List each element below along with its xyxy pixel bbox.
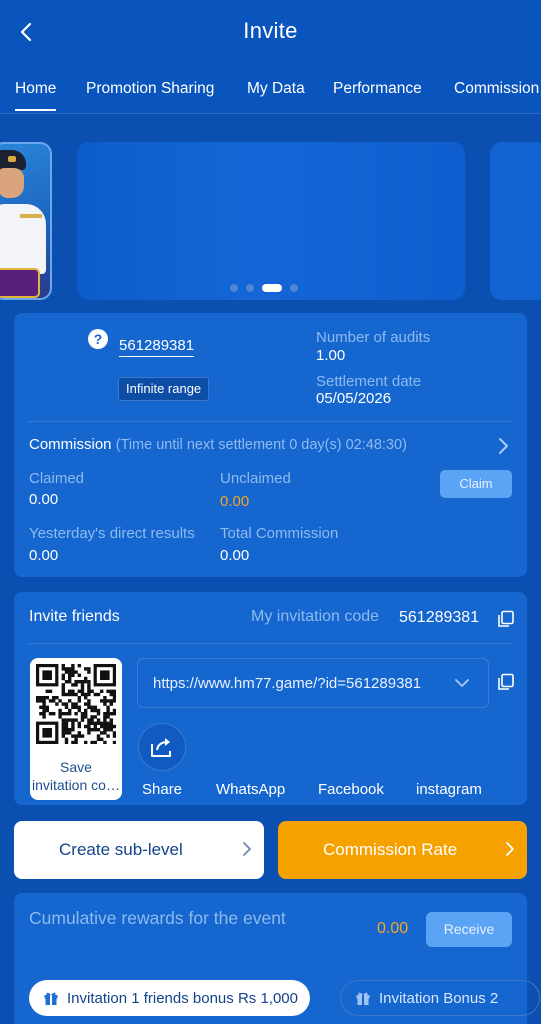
yesterday-value: 0.00 bbox=[29, 547, 59, 564]
settlement-value: 05/05/2026 bbox=[316, 390, 392, 407]
claimed-label: Claimed bbox=[29, 470, 85, 487]
qr-code-image bbox=[36, 664, 116, 744]
chevron-right-icon bbox=[243, 842, 251, 856]
help-icon[interactable]: ? bbox=[88, 329, 108, 349]
tab-my-data[interactable]: My Data bbox=[247, 80, 305, 98]
carousel-dot[interactable] bbox=[290, 284, 298, 292]
bonus-tab-2[interactable]: Invitation Bonus 2 bbox=[340, 980, 540, 1016]
invitation-code-label: My invitation code bbox=[251, 608, 380, 625]
page-title: Invite bbox=[243, 18, 298, 43]
banner-slide-active[interactable] bbox=[77, 142, 465, 300]
audits-label: Number of audits bbox=[316, 329, 431, 346]
pilot-hat-badge bbox=[8, 156, 16, 162]
claimed-value: 0.00 bbox=[29, 491, 59, 508]
bonus-tab-1[interactable]: Invitation 1 friends bonus Rs 1,000 bbox=[29, 980, 310, 1016]
gift-icon bbox=[44, 992, 58, 1005]
audits-value: 1.00 bbox=[316, 347, 346, 364]
share-icon bbox=[151, 738, 171, 757]
chevron-down-icon bbox=[455, 679, 469, 687]
unclaimed-value: 0.00 bbox=[220, 493, 250, 510]
carousel-dot[interactable] bbox=[230, 284, 238, 292]
pilot-face bbox=[0, 168, 24, 198]
bonus-tab-1-label: Invitation 1 friends bonus Rs 1,000 bbox=[67, 989, 298, 1007]
bonus-tab-2-label: Invitation Bonus 2 bbox=[379, 989, 499, 1007]
settlement-label: Settlement date bbox=[316, 373, 422, 390]
tab-promotion-sharing[interactable]: Promotion Sharing bbox=[86, 80, 214, 98]
invite-friends-card: Invite friends My invitation code 561289… bbox=[14, 592, 527, 805]
carousel-dot-active[interactable] bbox=[262, 284, 282, 292]
invitation-link: https://www.hm77.game/?id=561289381 bbox=[153, 675, 422, 692]
facebook-share[interactable]: Facebook bbox=[318, 781, 384, 798]
event-rewards-card: Cumulative rewards for the event 0.00 Re… bbox=[14, 893, 540, 1024]
share-label[interactable]: Share bbox=[142, 781, 182, 798]
commission-row[interactable]: Commission (Time until next settlement 0… bbox=[29, 436, 407, 453]
tab-bar: Home Promotion Sharing My Data Performan… bbox=[0, 64, 541, 114]
carousel-dot[interactable] bbox=[246, 284, 254, 292]
tab-commission[interactable]: Commission bbox=[454, 80, 539, 98]
chevron-right-icon bbox=[506, 842, 514, 856]
yesterday-label: Yesterday's direct results bbox=[29, 525, 195, 542]
banner-slide-pilot[interactable] bbox=[0, 142, 52, 300]
slot-machine-image bbox=[0, 268, 40, 298]
create-sub-level-label: Create sub-level bbox=[59, 840, 183, 859]
instagram-share[interactable]: instagram bbox=[416, 781, 482, 798]
total-commission-value: 0.00 bbox=[220, 547, 250, 564]
header-bar: Invite bbox=[0, 0, 541, 64]
divider bbox=[28, 421, 513, 422]
cumulative-rewards-label: Cumulative rewards for the event bbox=[29, 908, 286, 928]
account-summary-card: ? 561289381 Infinite range Number of aud… bbox=[14, 313, 527, 577]
invite-title: Invite friends bbox=[29, 608, 120, 625]
unclaimed-label: Unclaimed bbox=[220, 470, 291, 487]
settlement-timer: (Time until next settlement 0 day(s) 02:… bbox=[115, 437, 407, 453]
user-id[interactable]: 561289381 bbox=[119, 337, 195, 357]
divider bbox=[28, 643, 513, 644]
commission-title: Commission bbox=[29, 436, 112, 453]
save-qr-button[interactable]: Save invitation code bbox=[30, 658, 122, 800]
banner-carousel[interactable] bbox=[0, 128, 541, 304]
commission-rate-button[interactable]: Commission Rate bbox=[278, 821, 527, 879]
invitation-link-select[interactable]: https://www.hm77.game/?id=561289381 bbox=[137, 658, 489, 708]
total-commission-label: Total Commission bbox=[220, 525, 339, 542]
qr-save-label-line2: invitation code bbox=[32, 777, 120, 793]
whatsapp-share[interactable]: WhatsApp bbox=[216, 781, 285, 798]
copy-link-icon[interactable] bbox=[497, 673, 515, 691]
gift-icon bbox=[356, 992, 370, 1005]
create-sub-level-button[interactable]: Create sub-level bbox=[14, 821, 264, 879]
invitation-code-value: 561289381 bbox=[399, 609, 480, 626]
copy-icon[interactable] bbox=[497, 610, 515, 628]
qr-save-label-line1: Save bbox=[60, 759, 92, 775]
range-badge: Infinite range bbox=[118, 377, 210, 401]
tab-home[interactable]: Home bbox=[15, 80, 57, 111]
tab-performance[interactable]: Performance bbox=[333, 80, 422, 98]
carousel-indicators bbox=[230, 284, 298, 292]
receive-button[interactable]: Receive bbox=[426, 912, 512, 947]
cumulative-rewards-value: 0.00 bbox=[377, 920, 409, 937]
share-button[interactable] bbox=[138, 723, 186, 771]
claim-button[interactable]: Claim bbox=[440, 470, 512, 498]
chevron-right-icon[interactable] bbox=[497, 437, 509, 455]
commission-rate-label: Commission Rate bbox=[323, 840, 458, 859]
banner-slide-next[interactable] bbox=[490, 142, 541, 300]
pilot-stripe bbox=[20, 214, 42, 218]
